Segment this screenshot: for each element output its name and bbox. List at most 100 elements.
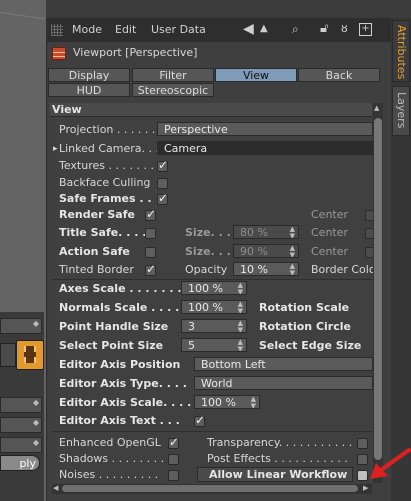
axes-scale-field[interactable]: 100 % ▲ ▼ bbox=[181, 281, 247, 295]
select-point-size-label: Select Point Size bbox=[59, 339, 164, 352]
projection-dropdown[interactable]: Perspective bbox=[157, 122, 373, 136]
action-safe-size-field[interactable]: 90 % ▲ ▼ bbox=[233, 244, 299, 258]
editor-axis-text-label: Editor Axis Text . . . bbox=[59, 414, 180, 427]
opacity-field[interactable]: 10 % ▲ ▼ bbox=[233, 262, 299, 276]
axes-scale-value: 100 % bbox=[188, 282, 223, 295]
scroll-right-icon[interactable]: ▶ bbox=[363, 484, 368, 492]
lock-icon[interactable]: 🔓︎ bbox=[320, 22, 328, 36]
opacity-value: 10 % bbox=[240, 263, 268, 276]
render-safe-checkbox[interactable] bbox=[145, 207, 156, 221]
enhanced-opengl-checkbox[interactable] bbox=[168, 435, 179, 449]
tab-display[interactable]: Display bbox=[48, 68, 130, 82]
menu-user-data[interactable]: User Data bbox=[151, 23, 206, 36]
editor-axis-type-label: Editor Axis Type. . . . bbox=[59, 377, 187, 390]
allow-linear-workflow-label: Allow Linear Workflow bbox=[209, 468, 348, 481]
menu-mode[interactable]: Mode bbox=[72, 23, 102, 36]
horizontal-scroll-thumb[interactable] bbox=[62, 485, 358, 492]
viewport-object-icon bbox=[52, 47, 66, 60]
divider bbox=[52, 431, 372, 432]
scroll-up-icon[interactable]: ▲ bbox=[374, 104, 379, 112]
textures-checkbox[interactable] bbox=[157, 158, 168, 172]
left-field[interactable]: ◆ bbox=[0, 397, 42, 413]
action-safe-checkbox[interactable] bbox=[145, 247, 156, 258]
select-point-size-field[interactable]: 5 ▲ ▼ bbox=[181, 338, 247, 352]
section-header-view[interactable]: View bbox=[50, 103, 372, 117]
left-field[interactable]: ◆ bbox=[0, 417, 42, 433]
tab-filter[interactable]: Filter bbox=[132, 68, 214, 82]
scroll-left-icon[interactable]: ◀ bbox=[53, 484, 58, 492]
side-tab-layers[interactable]: Layers bbox=[392, 86, 410, 136]
safe-frames-checkbox[interactable] bbox=[157, 191, 168, 205]
normals-scale-field[interactable]: 100 % ▲ ▼ bbox=[181, 300, 247, 314]
render-safe-center-label: Center bbox=[311, 208, 349, 221]
tab-hud[interactable]: HUD bbox=[48, 83, 130, 97]
noises-label: Noises . . . . . . . . . bbox=[59, 468, 159, 481]
projection-label: Projection . . . . . . bbox=[59, 123, 156, 136]
point-handle-size-value: 3 bbox=[188, 320, 195, 333]
select-edge-size-label: Select Edge Size bbox=[259, 339, 362, 352]
left-field[interactable]: ◆ bbox=[0, 437, 42, 453]
title-safe-label: Title Safe. . . . bbox=[59, 226, 147, 239]
tab-back[interactable]: Back bbox=[298, 68, 380, 82]
side-tab-layers-label: Layers bbox=[395, 92, 408, 129]
title-safe-size-field[interactable]: 80 % ▲ ▼ bbox=[233, 225, 299, 239]
left-tool-button[interactable] bbox=[0, 343, 16, 367]
border-color-label: Border Colo bbox=[311, 263, 376, 276]
editor-axis-type-dropdown[interactable]: World bbox=[194, 376, 373, 390]
link-icon[interactable]: ȣ bbox=[341, 22, 348, 36]
shadows-label: Shadows . . . . . . . . bbox=[59, 452, 165, 465]
stepper-arrow-icon: ◆ bbox=[32, 418, 39, 427]
safe-frames-label: Safe Frames . . bbox=[59, 192, 152, 205]
side-tab-attributes[interactable]: Attributes bbox=[392, 20, 410, 82]
tinted-border-label: Tinted Border bbox=[59, 263, 134, 276]
stepper-icon: ▲ ▼ bbox=[237, 338, 243, 352]
film-render-button[interactable] bbox=[16, 340, 44, 370]
backface-culling-checkbox[interactable] bbox=[157, 178, 168, 189]
vertical-scroll-thumb[interactable] bbox=[374, 118, 382, 460]
editor-axis-position-label: Editor Axis Position bbox=[59, 358, 181, 371]
axes-scale-label: Axes Scale . . . . . . . bbox=[59, 282, 182, 295]
backface-culling-label: Backface Culling bbox=[59, 176, 151, 189]
menu-bar: Mode Edit User Data ◀ ▲ ⌕ 🔓︎ ȣ + bbox=[46, 18, 391, 42]
editor-axis-position-dropdown[interactable]: Bottom Left bbox=[194, 357, 373, 371]
stepper-icon: ▲ ▼ bbox=[289, 225, 295, 239]
point-handle-size-label: Point Handle Size bbox=[59, 320, 169, 333]
search-icon[interactable]: ⌕ bbox=[292, 22, 299, 36]
action-safe-center-label: Center bbox=[311, 245, 349, 258]
editor-axis-text-checkbox[interactable] bbox=[194, 413, 205, 427]
stepper-icon: ▲ ▼ bbox=[237, 281, 243, 295]
linked-camera-field[interactable]: Camera bbox=[157, 141, 373, 155]
noises-checkbox[interactable] bbox=[168, 470, 179, 481]
rotation-circle-label: Rotation Circle bbox=[259, 320, 351, 333]
grip-icon[interactable] bbox=[51, 24, 63, 36]
textures-label: Textures . . . . . . . bbox=[59, 159, 154, 172]
tab-stereoscopic[interactable]: Stereoscopic bbox=[132, 83, 214, 97]
new-panel-icon[interactable]: + bbox=[359, 23, 372, 36]
stepper-icon: ▲ ▼ bbox=[237, 319, 243, 333]
normals-scale-label: Normals Scale . . . . bbox=[59, 301, 180, 314]
dropdown-arrow-icon: ◆ bbox=[32, 319, 39, 328]
red-annotation-arrow bbox=[370, 448, 411, 479]
title-safe-checkbox[interactable] bbox=[145, 228, 156, 239]
stepper-icon: ▲ ▼ bbox=[289, 262, 295, 276]
post-effects-label: Post Effects . . . . . . . . . . . bbox=[207, 452, 348, 465]
editor-axis-scale-field[interactable]: 100 % ▲ ▼ bbox=[194, 395, 260, 409]
left-dropdown[interactable]: ◆ bbox=[0, 318, 42, 334]
enhanced-opengl-label: Enhanced OpenGL bbox=[59, 436, 161, 449]
divider bbox=[52, 279, 372, 280]
up-arrow-icon[interactable]: ▲ bbox=[260, 22, 268, 36]
normals-scale-value: 100 % bbox=[188, 301, 223, 314]
action-safe-size-label: Size. . . . bbox=[185, 245, 239, 258]
stepper-icon: ▲ ▼ bbox=[237, 300, 243, 314]
menu-edit[interactable]: Edit bbox=[115, 23, 136, 36]
film-icon bbox=[24, 346, 36, 363]
editor-axis-scale-value: 100 % bbox=[201, 396, 236, 409]
back-arrow-icon[interactable]: ◀ bbox=[243, 22, 254, 36]
tinted-border-checkbox[interactable] bbox=[145, 262, 156, 276]
title-safe-size-value: 80 % bbox=[240, 226, 268, 239]
point-handle-size-field[interactable]: 3 ▲ ▼ bbox=[181, 319, 247, 333]
linked-camera-arrow-icon: ▸ bbox=[53, 144, 58, 154]
tab-view[interactable]: View bbox=[215, 68, 297, 82]
shadows-checkbox[interactable] bbox=[168, 454, 179, 465]
left-apply-button[interactable]: ply bbox=[0, 455, 40, 471]
